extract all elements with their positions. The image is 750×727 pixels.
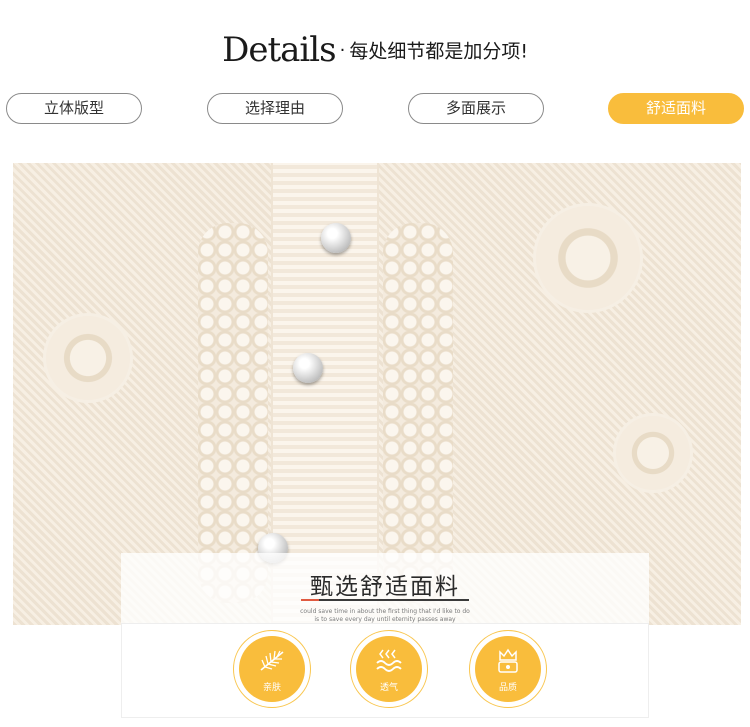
title-separator: ·	[339, 39, 346, 61]
caption-underline	[301, 599, 469, 601]
lace-ruffle-right	[383, 223, 453, 603]
feature-label: 亲肤	[262, 683, 281, 693]
feature-label: 品质	[498, 683, 517, 693]
details-title-cn: 每处细节都是加分项!	[349, 40, 528, 63]
caption-subtext-line1: could save time in about the first thing…	[300, 608, 470, 615]
waves-icon	[356, 648, 422, 678]
pearl-button	[293, 353, 323, 383]
feature-breathable: 透气	[350, 630, 428, 708]
tab-reasons[interactable]: 选择理由	[207, 93, 343, 124]
caption-subtext: could save time in about the first thing…	[122, 608, 648, 624]
caption-underline-accent	[301, 599, 319, 601]
caption-subtext-line2: is to save every day until eternity pass…	[314, 616, 456, 623]
leaf-icon	[239, 648, 305, 678]
feature-quality: 品质	[469, 630, 547, 708]
crown-icon	[475, 648, 541, 678]
tab-3d-fit[interactable]: 立体版型	[6, 93, 142, 124]
lace-flower-motif	[533, 203, 643, 313]
lace-flower-motif	[613, 413, 693, 493]
feature-badge: 品质	[475, 636, 541, 702]
feature-label: 透气	[379, 683, 398, 693]
pearl-button	[321, 223, 351, 253]
feature-skin-friendly: 亲肤	[233, 630, 311, 708]
detail-tabs: 立体版型 选择理由 多面展示 舒适面料	[0, 93, 750, 125]
feature-badge: 透气	[356, 636, 422, 702]
feature-panel: could save time in about the first thing…	[121, 608, 649, 718]
fabric-caption-title: 甄选舒适面料	[310, 574, 460, 600]
details-title-en: Details	[222, 30, 337, 70]
details-header: Details · 每处细节都是加分项!	[0, 30, 750, 70]
lace-flower-motif	[43, 313, 133, 403]
feature-badge: 亲肤	[239, 636, 305, 702]
tab-multi-view[interactable]: 多面展示	[408, 93, 544, 124]
tab-comfort-fabric[interactable]: 舒适面料	[608, 93, 744, 124]
